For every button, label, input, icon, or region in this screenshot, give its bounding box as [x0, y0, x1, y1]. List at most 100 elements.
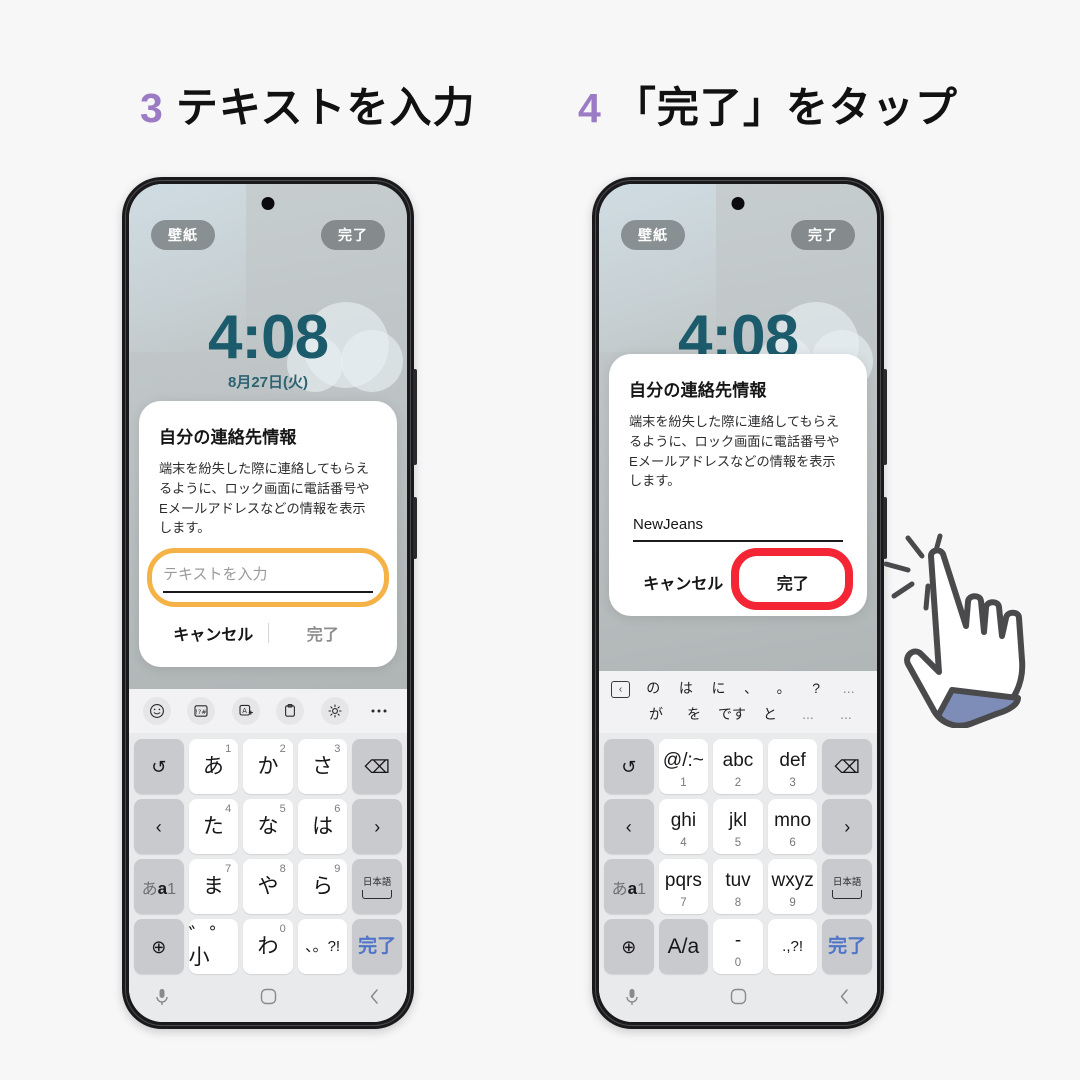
key-mno[interactable]: mno 6 [767, 799, 818, 854]
suggestion-chip[interactable]: ? [800, 680, 833, 696]
camera-punch-hole [731, 197, 745, 210]
punctuation-key[interactable]: 、。?! [297, 919, 348, 974]
power-button[interactable] [413, 497, 417, 559]
step-title: テキストを入力 [175, 84, 476, 131]
suggestion-chip[interactable]: が [637, 704, 675, 724]
language-key[interactable]: ⊕ [134, 919, 184, 974]
key-pqrs[interactable]: pqrs 7 [658, 859, 709, 914]
cursor-right-key[interactable]: › [822, 799, 872, 854]
space-key[interactable]: 日本語 [822, 859, 872, 914]
wallpaper-button[interactable]: 壁紙 [621, 220, 685, 250]
symbols-icon[interactable]: !?# [187, 697, 216, 725]
back-icon[interactable] [368, 988, 381, 1010]
key-ra-label: ら [312, 875, 334, 898]
volume-button[interactable] [883, 369, 887, 465]
suggestion-chip[interactable]: の [637, 678, 670, 698]
backspace-key[interactable]: ⌫ [822, 739, 872, 794]
key-wxyz[interactable]: wxyz 9 [767, 859, 818, 914]
punctuation-key[interactable]: .,?! [767, 919, 818, 974]
key-ra[interactable]: ら9 [297, 859, 348, 914]
suggestion-chip[interactable]: 。 [767, 678, 800, 698]
mic-icon[interactable] [155, 988, 169, 1011]
gear-icon[interactable] [320, 697, 349, 725]
system-navigation-bar [129, 978, 407, 1020]
dakuten-key[interactable]: ゛゜小 [188, 919, 239, 974]
home-icon[interactable] [730, 988, 747, 1010]
more-icon[interactable] [365, 697, 393, 725]
key-a[interactable]: あ1 [188, 739, 239, 794]
cursor-left-key[interactable]: ‹ [134, 799, 184, 854]
back-icon[interactable] [838, 988, 851, 1010]
language-key[interactable]: ⊕ [604, 919, 654, 974]
cursor-right-key[interactable]: › [352, 799, 402, 854]
key-ha[interactable]: は6 [297, 799, 348, 854]
key-sa[interactable]: さ3 [297, 739, 348, 794]
key-number: 1 [225, 743, 232, 755]
key-na[interactable]: な5 [243, 799, 293, 854]
input-mode-key[interactable]: あa1 [604, 859, 654, 914]
cursor-left-key[interactable]: ‹ [604, 799, 654, 854]
key-hyphen-label: - [734, 930, 742, 951]
key-wa[interactable]: わ0 [243, 919, 293, 974]
suggestion-chip[interactable]: ... [789, 706, 827, 722]
suggestion-chip[interactable]: を [675, 704, 713, 724]
suggestion-chip[interactable]: ... [832, 680, 865, 696]
undo-key[interactable]: ↺ [604, 739, 654, 794]
contact-info-dialog: 自分の連絡先情報 端末を紛失した際に連絡してもらえるように、ロック画面に電話番号… [139, 401, 397, 668]
key-jkl[interactable]: jkl 5 [713, 799, 763, 854]
backspace-key[interactable]: ⌫ [352, 739, 402, 794]
dakuten-key-label: ゛゜小 [188, 924, 231, 969]
key-ghi[interactable]: ghi 4 [658, 799, 709, 854]
key-number: 5 [734, 837, 742, 849]
key-number: 6 [789, 837, 796, 849]
key-ma[interactable]: ま7 [188, 859, 239, 914]
dialog-cancel-button[interactable]: キャンセル [629, 564, 738, 600]
suggestion-chip[interactable]: に [702, 678, 735, 698]
emoji-icon[interactable] [143, 697, 171, 725]
key-abc[interactable]: abc 2 [713, 739, 763, 794]
key-wa-label: わ [257, 935, 279, 958]
dialog-ok-button[interactable]: 完了 [739, 564, 848, 600]
suggestion-chip[interactable]: は [670, 678, 703, 698]
contact-text-input[interactable]: NewJeans [633, 516, 843, 543]
step-number: 4 [578, 85, 601, 131]
key-ya[interactable]: や8 [243, 859, 293, 914]
punctuation-key-label: .,?! [782, 938, 804, 955]
space-key[interactable]: 日本語 [352, 859, 402, 914]
key-hyphen[interactable]: -0 [713, 919, 763, 974]
enter-done-key[interactable]: 完了 [822, 919, 872, 974]
case-toggle-key[interactable]: A/a [658, 919, 709, 974]
wallpaper-button[interactable]: 壁紙 [151, 220, 215, 250]
keyboard-suggestion-bar: ‹ のはに、。?... がをですと...... [599, 671, 877, 733]
space-bar-glyph [362, 890, 393, 899]
undo-key[interactable]: ↺ [134, 739, 184, 794]
suggestion-collapse-icon[interactable]: ‹ [611, 679, 637, 698]
home-icon[interactable] [260, 988, 277, 1010]
suggestion-chip[interactable]: 、 [735, 678, 768, 698]
lockscreen-done-button[interactable]: 完了 [321, 220, 385, 250]
volume-button[interactable] [413, 369, 417, 465]
key-a-label: あ [202, 755, 224, 778]
key-def[interactable]: def 3 [767, 739, 818, 794]
contact-text-input[interactable]: テキストを入力 [163, 563, 373, 594]
dialog-cancel-button[interactable]: キャンセル [159, 615, 268, 651]
power-button[interactable] [883, 497, 887, 559]
input-mode-key[interactable]: あa1 [134, 859, 184, 914]
enter-done-key[interactable]: 完了 [352, 919, 402, 974]
dialog-ok-button[interactable]: 完了 [269, 615, 378, 651]
key-number: 2 [279, 743, 286, 755]
lockscreen-done-button[interactable]: 完了 [791, 220, 855, 250]
translate-icon[interactable]: A [231, 697, 260, 725]
clipboard-icon[interactable] [276, 697, 305, 725]
key-ka[interactable]: か2 [243, 739, 293, 794]
suggestion-chip[interactable]: ... [827, 706, 865, 722]
key-symbols[interactable]: @/:~ 1 [658, 739, 709, 794]
enter-done-key-label: 完了 [828, 936, 867, 957]
undo-key-label: ↺ [151, 756, 167, 777]
suggestion-chip[interactable]: です [713, 704, 751, 724]
key-tuv[interactable]: tuv 8 [713, 859, 763, 914]
mic-icon[interactable] [625, 988, 639, 1011]
suggestion-chip[interactable]: と [751, 704, 789, 724]
key-number: 3 [334, 743, 341, 755]
key-ta[interactable]: た4 [188, 799, 239, 854]
